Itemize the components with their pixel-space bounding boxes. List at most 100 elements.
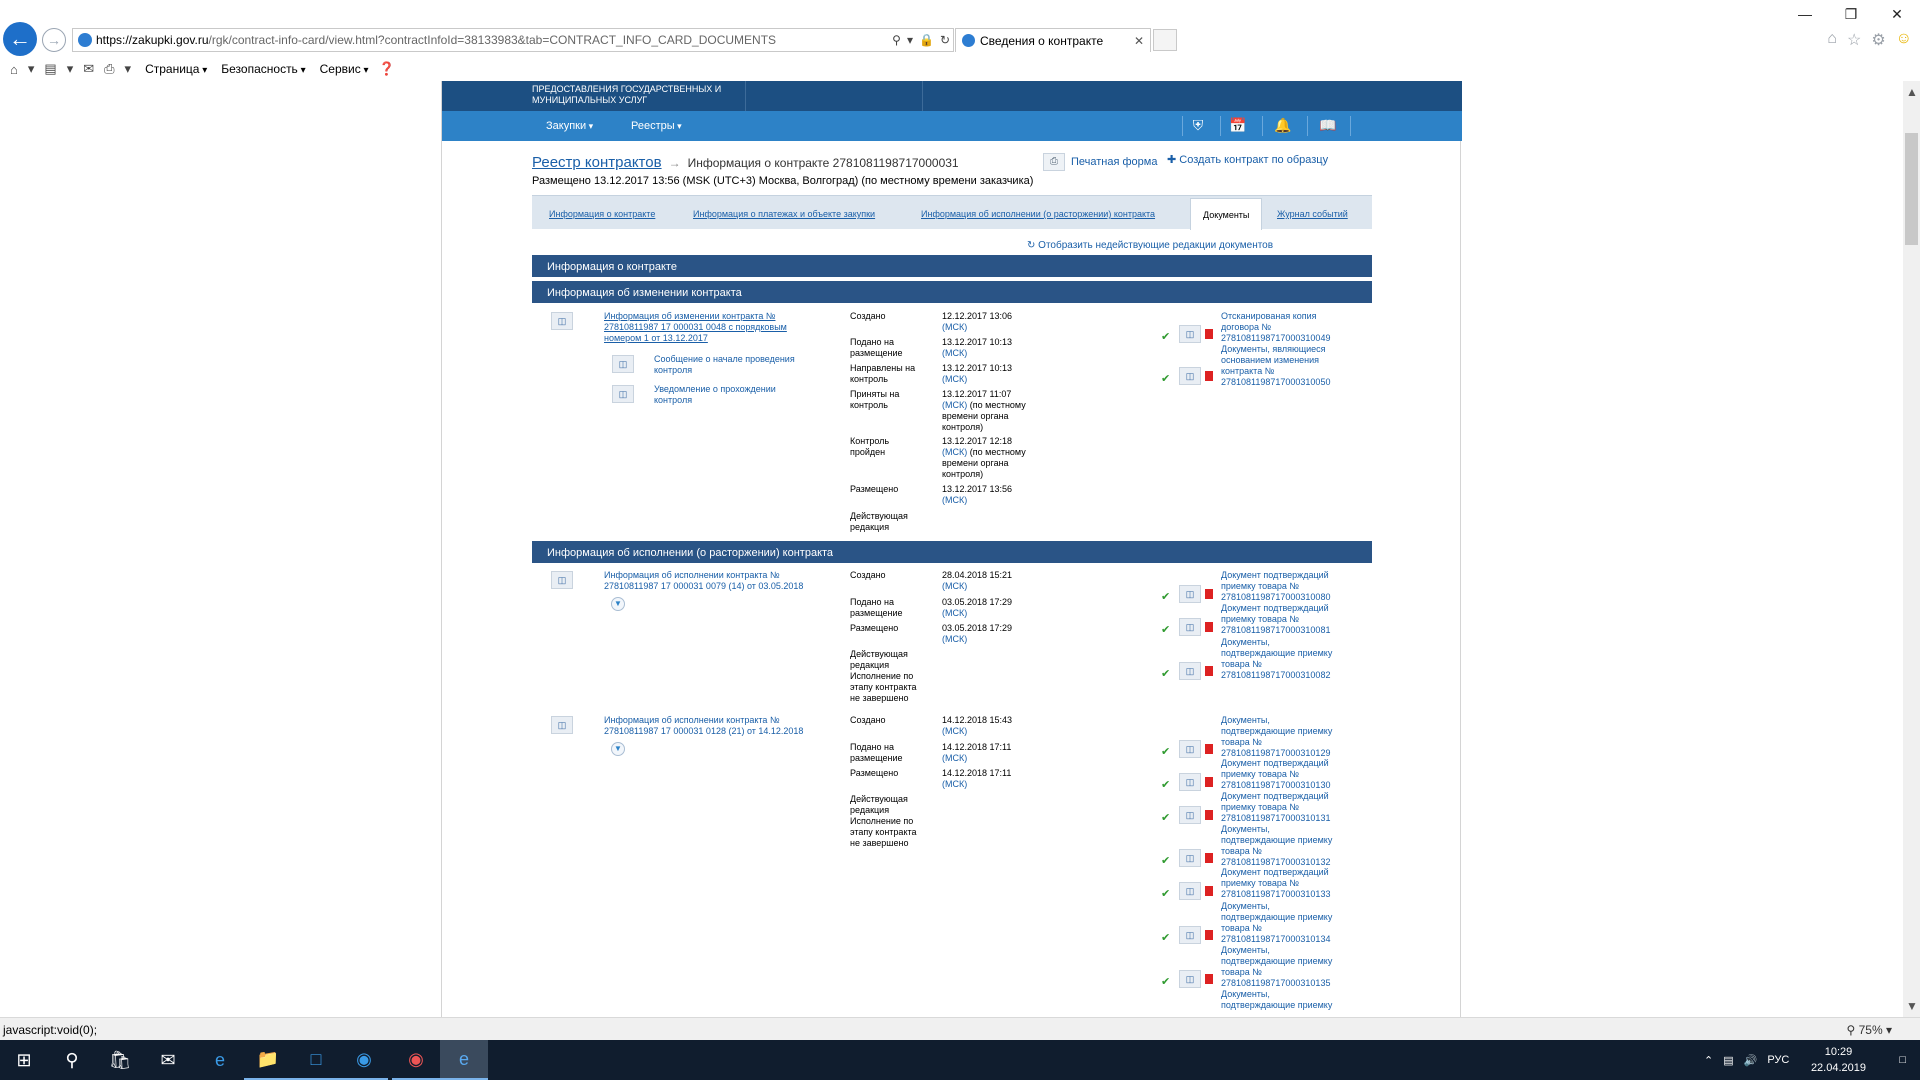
document-icon[interactable]: ◫ [1179, 367, 1201, 385]
tab-documents[interactable]: Документы [1190, 198, 1263, 230]
change-info-link[interactable]: Информация об изменении контракта № 27810… [604, 311, 787, 344]
document-icon[interactable]: ◫ [1179, 970, 1201, 988]
nav-registries[interactable]: Реестры [631, 120, 682, 132]
network-icon[interactable]: ▤ [1723, 1054, 1733, 1067]
feedback-smiley-icon[interactable]: ☺ [1896, 30, 1912, 50]
document-icon[interactable]: ◫ [1179, 618, 1201, 636]
document-icon[interactable]: ◫ [1179, 585, 1201, 603]
doc-link[interactable]: Документы, подтверждающие приемку [1221, 989, 1332, 1011]
tab-execution[interactable]: Информация об исполнении (о расторжении)… [921, 209, 1155, 219]
start-windows-icon[interactable]: ⊞ [0, 1040, 48, 1080]
settings-gear-icon[interactable]: ⚙ [1871, 30, 1885, 50]
lock-icon[interactable]: 🔒 [919, 33, 934, 47]
feeds-icon[interactable]: ▤ [44, 61, 56, 77]
edge-icon[interactable]: e [196, 1040, 244, 1080]
search-icon[interactable]: ⚲ [48, 1040, 96, 1080]
scroll-thumb[interactable] [1905, 133, 1918, 245]
dropdown-icon[interactable]: ▾ [125, 61, 132, 77]
doc-link[interactable]: Документы, подтверждающие приемку товара №… [1221, 901, 1332, 945]
section-header-execution[interactable]: Информация об исполнении (о расторжении)… [532, 541, 1372, 563]
document-icon[interactable]: ◫ [1179, 662, 1201, 680]
doc-link[interactable]: Документ подтверждаций приемку товара № 27… [1221, 603, 1330, 636]
breadcrumb-registry-link[interactable]: Реестр контрактов [532, 154, 662, 171]
internet-explorer-icon[interactable]: e [440, 1040, 488, 1080]
outlook-icon[interactable]: ◉ [340, 1040, 388, 1080]
favorites-star-icon[interactable]: ☆ [1847, 30, 1861, 50]
scroll-down-icon[interactable]: ▼ [1906, 999, 1918, 1013]
control-pass-notice-link[interactable]: Уведомление о прохождении контроля [654, 384, 776, 406]
document-icon[interactable]: ◫ [612, 385, 634, 403]
notifications-icon[interactable]: □ [1899, 1054, 1906, 1066]
close-tab-icon[interactable]: ✕ [1134, 34, 1144, 48]
search-icon[interactable]: ⚲ [892, 33, 901, 47]
calendar-icon[interactable]: 📅 [1227, 117, 1249, 135]
page-menu[interactable]: Страница [145, 62, 207, 76]
store-icon[interactable]: 🛍 [96, 1040, 144, 1080]
print-form-link[interactable]: ⎙ Печатная форма [1043, 153, 1157, 171]
document-icon[interactable]: ◫ [1179, 849, 1201, 867]
zoom-level[interactable]: ⚲ 75% ▾ [1846, 1023, 1892, 1037]
scroll-up-icon[interactable]: ▲ [1906, 85, 1918, 99]
print-icon[interactable]: ⎙ [104, 61, 114, 77]
doc-link[interactable]: Документ подтверждаций приемку товара № 27… [1221, 570, 1330, 603]
clock[interactable]: 10:29 22.04.2019 [1811, 1044, 1866, 1076]
dropdown-icon[interactable]: ▾ [907, 33, 913, 47]
execution-info-link[interactable]: Информация об исполнении контракта № 2781… [604, 570, 803, 592]
expand-icon[interactable]: ▼ [611, 597, 625, 611]
section-header-contract-change[interactable]: Информация об изменении контракта [532, 281, 1372, 303]
tab-event-log[interactable]: Журнал событий [1277, 209, 1348, 219]
help-icon[interactable]: ❓ [379, 61, 395, 77]
create-contract-link[interactable]: ✚ Создать контракт по образцу [1167, 153, 1328, 166]
dropdown-icon[interactable]: ▾ [67, 61, 74, 77]
doc-link[interactable]: Документ подтверждаций приемку товара № 27… [1221, 791, 1330, 824]
language-indicator[interactable]: РУС [1767, 1054, 1789, 1066]
service-menu[interactable]: Сервис [320, 62, 369, 76]
tab-contract-info[interactable]: Информация о контракте [549, 209, 655, 219]
shield-icon[interactable]: ⛨ [1187, 117, 1209, 135]
address-bar[interactable]: https://zakupki.gov.ru/rgk/contract-info… [72, 28, 954, 52]
forward-button[interactable]: → [42, 28, 66, 52]
doc-link[interactable]: Отсканированая копия договора № 2781081198… [1221, 311, 1330, 344]
doc-link[interactable]: Документы, подтверждающие приемку товара №… [1221, 945, 1332, 989]
back-button[interactable]: ← [3, 22, 37, 56]
notifications-bell-icon[interactable]: 🔔 [1272, 117, 1294, 135]
doc-link[interactable]: Документы, являющиеся основанием изменени… [1221, 344, 1330, 388]
file-explorer-icon[interactable]: 📁 [244, 1040, 292, 1080]
document-icon[interactable]: ◫ [1179, 325, 1201, 343]
security-menu[interactable]: Безопасность [221, 62, 305, 76]
close-window-button[interactable]: ✕ [1874, 0, 1920, 28]
doc-link[interactable]: Документ подтверждаций приемку товара № 27… [1221, 758, 1330, 791]
chrome-icon[interactable]: ◉ [392, 1040, 440, 1080]
lync-icon[interactable]: □ [292, 1040, 340, 1080]
document-icon[interactable]: ◫ [1179, 773, 1201, 791]
refresh-icon[interactable]: ↻ [940, 33, 950, 47]
mail-icon[interactable]: ✉ [83, 61, 94, 77]
control-start-message-link[interactable]: Сообщение о начале проведения контроля [654, 354, 795, 376]
document-icon[interactable]: ◫ [551, 312, 573, 330]
home-icon[interactable]: ⌂ [1827, 30, 1837, 50]
browser-tab[interactable]: Сведения о контракте ✕ [955, 28, 1151, 52]
minimize-button[interactable]: — [1782, 0, 1828, 28]
dropdown-icon[interactable]: ▾ [28, 61, 35, 77]
vertical-scrollbar[interactable]: ▲ ▼ [1903, 81, 1920, 1017]
url-text[interactable]: https://zakupki.gov.ru/rgk/contract-info… [96, 33, 889, 47]
home-icon[interactable]: ⌂ [10, 62, 18, 77]
maximize-button[interactable]: ❐ [1828, 0, 1874, 28]
document-icon[interactable]: ◫ [1179, 882, 1201, 900]
section-header-contract-info[interactable]: Информация о контракте [532, 255, 1372, 277]
mail-icon[interactable]: ✉ [144, 1040, 192, 1080]
doc-link[interactable]: Документ подтверждаций приемку товара № 27… [1221, 867, 1330, 900]
document-icon[interactable]: ◫ [612, 355, 634, 373]
volume-icon[interactable]: 🔊 [1744, 1054, 1758, 1067]
show-inactive-docs-link[interactable]: ↻ Отобразить недействующие редакции доку… [1027, 240, 1273, 251]
document-icon[interactable]: ◫ [1179, 926, 1201, 944]
doc-link[interactable]: Документы, подтверждающие приемку товара №… [1221, 824, 1332, 868]
expand-icon[interactable]: ▼ [611, 742, 625, 756]
nav-purchases[interactable]: Закупки [546, 120, 593, 132]
execution-info-link[interactable]: Информация об исполнении контракта № 2781… [604, 715, 803, 737]
tab-payments[interactable]: Информация о платежах и объекте закупки [693, 209, 875, 219]
doc-link[interactable]: Документы, подтверждающие приемку товара №… [1221, 637, 1332, 681]
document-icon[interactable]: ◫ [551, 571, 573, 589]
document-icon[interactable]: ◫ [1179, 806, 1201, 824]
new-tab-button[interactable] [1153, 29, 1177, 51]
